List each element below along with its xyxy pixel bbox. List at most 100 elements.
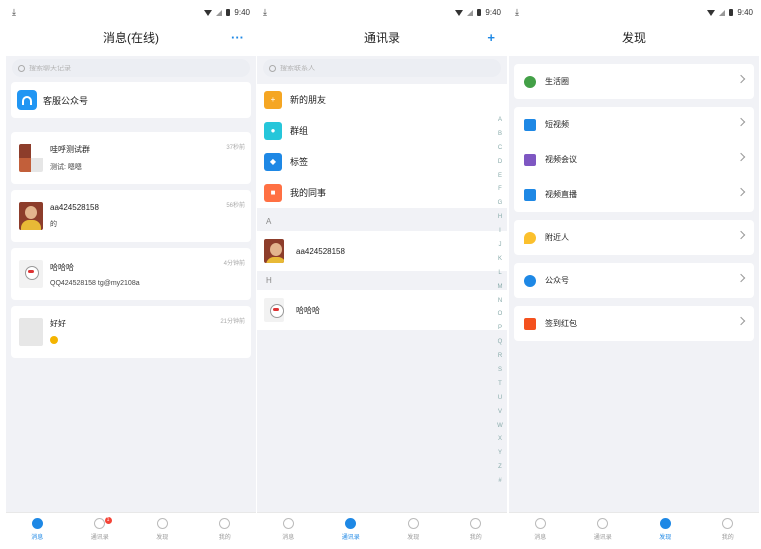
index-letter[interactable]: E: [495, 170, 505, 184]
conversation-time: 37秒前: [226, 145, 245, 151]
index-letter[interactable]: F: [495, 183, 505, 197]
chevron-right-icon: [736, 117, 746, 127]
index-letter[interactable]: Q: [495, 336, 505, 350]
index-letter[interactable]: K: [495, 253, 505, 267]
index-letter[interactable]: U: [495, 392, 505, 406]
meeting-icon: [524, 153, 536, 166]
discover-item-life-circle[interactable]: 生活圈: [514, 64, 754, 99]
nav-me[interactable]: 我的: [697, 513, 760, 546]
tags-item[interactable]: ◆ 标签: [257, 146, 507, 177]
discover-item-live[interactable]: 视频直播: [514, 177, 754, 212]
nav-discover[interactable]: 发现: [634, 513, 697, 546]
index-letter[interactable]: P: [495, 322, 505, 336]
message-icon: [534, 518, 546, 529]
index-letter[interactable]: W: [495, 420, 505, 434]
groups-item[interactable]: ● 群组: [257, 115, 507, 146]
search-bar[interactable]: [263, 59, 501, 77]
live-icon: [524, 188, 536, 201]
nav-messages[interactable]: 消息: [257, 513, 320, 546]
nav-contacts[interactable]: 通讯录: [320, 513, 383, 546]
index-letter[interactable]: I: [495, 225, 505, 239]
index-letter[interactable]: S: [495, 364, 505, 378]
nav-messages[interactable]: 消息: [509, 513, 572, 546]
nav-label: 我的: [721, 535, 734, 541]
chevron-right-icon: [736, 187, 746, 197]
index-letter[interactable]: N: [495, 295, 505, 309]
discover-item-video-meeting[interactable]: 视频会议: [514, 142, 754, 177]
battery-icon: [729, 9, 734, 16]
add-contact-button[interactable]: +: [487, 20, 495, 56]
discover-item-label: 生活圈: [545, 77, 569, 86]
index-letter[interactable]: T: [495, 378, 505, 392]
nav-label: 通讯录: [593, 535, 612, 541]
index-letter[interactable]: #: [495, 475, 505, 489]
index-letter[interactable]: M: [495, 281, 505, 295]
conversation-name: 好好: [50, 319, 66, 328]
nav-me[interactable]: 我的: [194, 513, 257, 546]
search-bar[interactable]: [12, 59, 250, 77]
messages-screen: ⤓ 9:40 消息(在线) ··· 客服公众号 哇呼测试群 测试: 嗯嗯 37秒…: [6, 6, 256, 546]
discover-group: 附近人: [514, 220, 754, 255]
discover-item-short-video[interactable]: 短视频: [514, 107, 754, 142]
discover-item-red-packet[interactable]: 签到红包: [514, 306, 754, 341]
section-header: A: [266, 217, 272, 226]
index-letter[interactable]: A: [495, 114, 505, 128]
contact-item[interactable]: 哈哈哈: [257, 290, 507, 330]
conversation-preview: [50, 336, 66, 346]
index-letter[interactable]: D: [495, 156, 505, 170]
conversation-item[interactable]: 哇呼测试群 测试: 嗯嗯 37秒前: [11, 132, 251, 184]
message-icon: [282, 518, 294, 529]
nav-discover[interactable]: 发现: [382, 513, 445, 546]
status-time: 9:40: [737, 8, 753, 17]
nav-contacts[interactable]: 通讯录: [572, 513, 635, 546]
discover-item-label: 公众号: [545, 276, 569, 285]
nav-discover[interactable]: 发现: [131, 513, 194, 546]
nav-me[interactable]: 我的: [445, 513, 508, 546]
profile-icon: [722, 518, 734, 529]
index-letter[interactable]: G: [495, 197, 505, 211]
new-friends-item[interactable]: + 新的朋友: [257, 84, 507, 115]
search-input[interactable]: [29, 64, 229, 72]
discover-icon: [156, 518, 168, 529]
index-letter[interactable]: C: [495, 142, 505, 156]
discover-item-official-account[interactable]: 公众号: [514, 263, 754, 298]
alphabet-index[interactable]: A B C D E F G H I J K L M N O P Q R S T U V W X Y Z #: [495, 114, 505, 489]
wifi-icon: [204, 9, 213, 16]
search-input[interactable]: [280, 64, 480, 72]
nav-contacts[interactable]: 1 通讯录: [69, 513, 132, 546]
colleagues-item[interactable]: ■ 我的同事: [257, 177, 507, 208]
chevron-right-icon: [736, 230, 746, 240]
service-account-item[interactable]: 客服公众号: [11, 82, 251, 118]
title-bar: 消息(在线) ···: [6, 20, 256, 56]
index-letter[interactable]: Z: [495, 461, 505, 475]
index-letter[interactable]: V: [495, 406, 505, 420]
contact-item[interactable]: aa424528158: [257, 231, 507, 271]
colleague-icon: ■: [264, 183, 282, 202]
search-icon: [269, 64, 276, 72]
unread-badge: 1: [104, 517, 112, 524]
index-letter[interactable]: B: [495, 128, 505, 142]
discover-item-nearby[interactable]: 附近人: [514, 220, 754, 255]
index-letter[interactable]: L: [495, 267, 505, 281]
index-letter[interactable]: J: [495, 239, 505, 253]
nav-messages[interactable]: 消息: [6, 513, 69, 546]
index-letter[interactable]: Y: [495, 447, 505, 461]
bottom-nav: 消息 通讯录 发现 我的: [509, 512, 759, 546]
status-bar: ⤓ 9:40: [257, 6, 507, 20]
title-bar: 通讯录 +: [257, 20, 507, 56]
nav-label: 发现: [659, 535, 672, 541]
more-button[interactable]: ···: [231, 20, 244, 56]
index-letter[interactable]: H: [495, 211, 505, 225]
index-letter[interactable]: R: [495, 350, 505, 364]
conversation-item[interactable]: 好好 21分钟前: [11, 306, 251, 358]
contact-name: 哈哈哈: [296, 305, 320, 315]
download-icon: ⤓: [263, 7, 267, 17]
discover-item-label: 签到红包: [545, 319, 577, 328]
status-time: 9:40: [234, 8, 250, 17]
index-letter[interactable]: O: [495, 308, 505, 322]
conversation-item[interactable]: 哈哈哈 QQ424528158 tg@my2108a 4分钟前: [11, 248, 251, 300]
discover-icon: [407, 518, 419, 529]
conversation-preview: 的: [50, 221, 57, 228]
index-letter[interactable]: X: [495, 433, 505, 447]
conversation-item[interactable]: aa424528158 的 56秒前: [11, 190, 251, 242]
